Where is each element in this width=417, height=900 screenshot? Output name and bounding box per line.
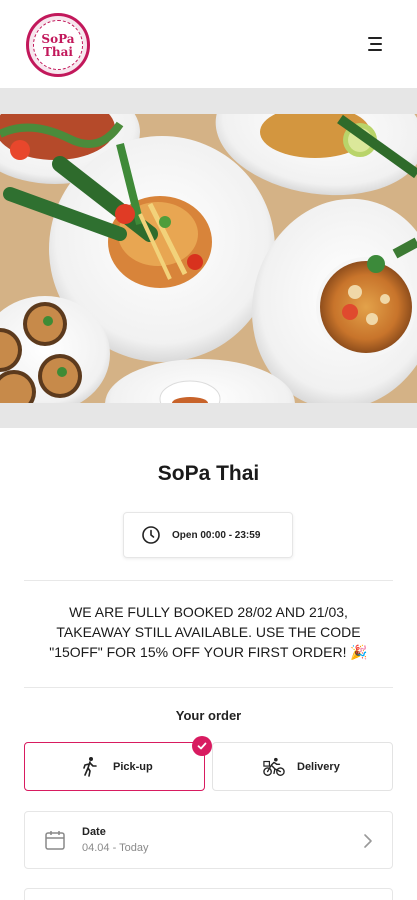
- chevron-right-icon: [364, 834, 372, 848]
- menu-icon-line: [368, 49, 382, 51]
- date-selector[interactable]: Date 04.04 - Today: [24, 811, 393, 869]
- your-order-heading: Your order: [175, 708, 242, 723]
- menu-icon: [368, 37, 382, 39]
- date-value: 04.04 - Today: [82, 842, 149, 854]
- divider: [24, 580, 393, 581]
- calendar-icon: [45, 831, 65, 850]
- hero-image: [0, 114, 417, 403]
- opening-hours-text: Open 00:00 - 23:59: [172, 529, 261, 541]
- delivery-option[interactable]: Delivery: [212, 742, 393, 791]
- announcement-text: WE ARE FULLY BOOKED 28/02 AND 21/03, TAK…: [49, 604, 368, 660]
- opening-hours-badge: Open 00:00 - 23:59: [123, 512, 293, 558]
- check-icon: [192, 736, 212, 756]
- logo-badge: SoPa Thai: [33, 20, 83, 70]
- divider: [24, 687, 393, 688]
- clock-icon: [142, 526, 160, 544]
- pickup-option[interactable]: Pick-up: [24, 742, 205, 791]
- logo-text-line2: Thai: [43, 44, 73, 59]
- date-label: Date: [82, 826, 106, 838]
- header: SoPa Thai: [0, 0, 417, 88]
- bicycle-icon: [263, 757, 285, 776]
- logo-text-line1: SoPa: [41, 31, 75, 46]
- delivery-label: Delivery: [297, 760, 340, 773]
- walking-icon: [83, 756, 97, 777]
- menu-icon-line: [370, 43, 382, 45]
- date-texts: Date 04.04 - Today: [82, 826, 148, 854]
- menu-button[interactable]: [364, 36, 390, 54]
- restaurant-name: SoPa Thai: [157, 462, 260, 485]
- next-selector-card[interactable]: [24, 888, 393, 900]
- pickup-label: Pick-up: [113, 760, 153, 773]
- logo[interactable]: SoPa Thai: [26, 13, 90, 77]
